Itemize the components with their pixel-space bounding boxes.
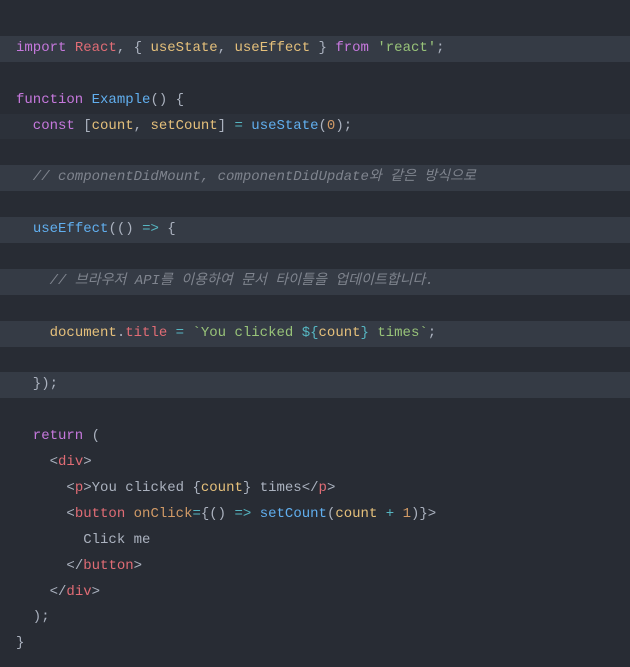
code-line: document.title = `You clicked ${count} t… [0, 321, 630, 347]
code-line: <div> [16, 454, 92, 470]
code-line: return ( [16, 428, 100, 444]
code-line: </button> [16, 558, 142, 574]
code-line: // componentDidMount, componentDidUpdate… [0, 165, 630, 191]
code-line: // 브라우저 API를 이용하여 문서 타이틀을 업데이트합니다. [0, 269, 630, 295]
code-line: } [16, 635, 24, 651]
code-line: import React, { useState, useEffect } fr… [0, 36, 630, 62]
code-line: </div> [16, 584, 100, 600]
code-line: const [count, setCount] = useState(0); [0, 114, 630, 140]
code-line: useEffect(() => { [0, 217, 630, 243]
code-line: }); [0, 372, 630, 398]
code-line: function Example() { [16, 92, 184, 108]
code-line: <p>You clicked {count} times</p> [16, 480, 335, 496]
code-line: ); [16, 609, 50, 625]
code-line: <button onClick={() => setCount(count + … [16, 506, 436, 522]
code-block: import React, { useState, useEffect } fr… [0, 0, 630, 667]
code-line: Click me [16, 532, 150, 548]
